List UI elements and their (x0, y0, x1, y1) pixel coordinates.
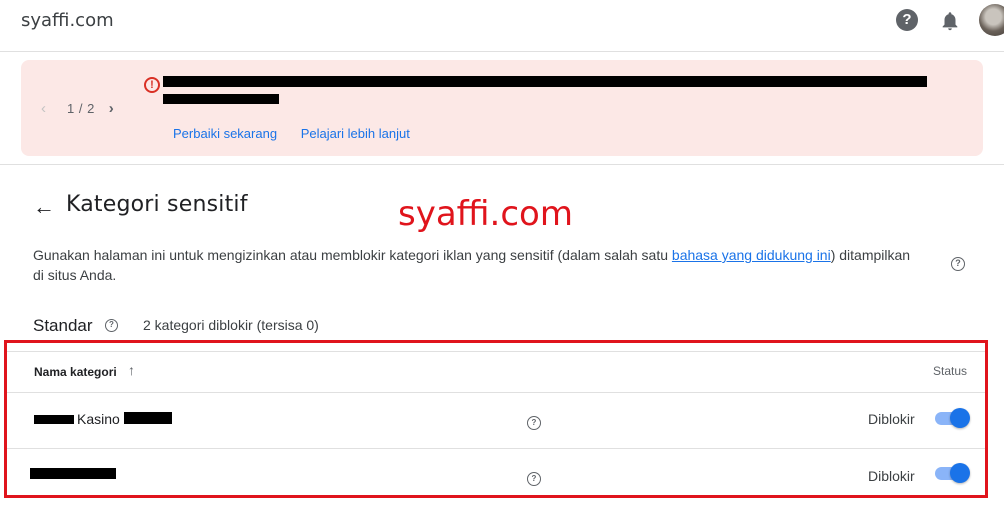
supported-languages-link[interactable]: bahasa yang didukung ini (672, 247, 831, 263)
divider (0, 164, 1004, 165)
pager-prev-button[interactable]: ‹ (41, 100, 55, 117)
top-bar: syaffi.com ? (0, 0, 1004, 52)
fix-now-link[interactable]: Perbaiki sekarang (173, 126, 277, 141)
table-row: ? Diblokir (7, 450, 985, 506)
description-text: Gunakan halaman ini untuk mengizinkan at… (33, 247, 672, 263)
categories-table: Nama kategori ↑ Status Kasino ? Diblokir… (4, 340, 988, 498)
redacted-label-part (34, 415, 74, 424)
redacted-label (30, 468, 116, 479)
column-status-header: Status (933, 364, 968, 378)
redacted-message-line-2 (163, 94, 279, 104)
toggle-knob (950, 463, 970, 483)
row-help-icon[interactable]: ? (527, 416, 541, 430)
block-toggle-switch[interactable] (933, 462, 971, 484)
learn-more-link[interactable]: Pelajari lebih lanjut (301, 126, 410, 141)
help-icon[interactable]: ? (896, 9, 918, 31)
row-help-icon[interactable]: ? (527, 472, 541, 486)
watermark-text: syaffi.com (398, 194, 573, 234)
back-arrow-icon[interactable]: ← (33, 194, 55, 220)
notifications-bell-icon[interactable] (939, 10, 961, 32)
row-status: Diblokir (868, 468, 915, 484)
alert-pager: ‹ 1 / 2 › (41, 100, 114, 117)
section-title: Standar (33, 316, 93, 335)
pager-count: 1 / 2 (67, 101, 95, 116)
help-icon[interactable]: ? (951, 257, 965, 271)
toggle-knob (950, 408, 970, 428)
category-label: Kasino (77, 411, 120, 427)
table-header: Nama kategori ↑ Status (7, 351, 985, 393)
redacted-message-line-1 (163, 76, 927, 87)
sort-arrow-icon[interactable]: ↑ (128, 362, 135, 378)
avatar[interactable] (979, 4, 1004, 36)
error-icon: ! (144, 77, 160, 93)
alert-banner: ‹ 1 / 2 › ! Perbaiki sekarang Pelajari l… (21, 60, 983, 156)
page-description: Gunakan halaman ini untuk mengizinkan at… (33, 245, 913, 285)
page-title: Kategori sensitif (66, 192, 248, 217)
section-summary: 2 kategori diblokir (tersisa 0) (143, 317, 319, 333)
block-toggle-switch[interactable] (933, 407, 971, 429)
section-help-icon[interactable]: ? (105, 319, 118, 332)
redacted-label-part (124, 412, 172, 424)
pager-next-button[interactable]: › (109, 100, 114, 117)
row-status: Diblokir (868, 411, 915, 427)
table-row: Kasino ? Diblokir (7, 393, 985, 449)
alert-actions: Perbaiki sekarang Pelajari lebih lanjut (173, 126, 430, 141)
column-name-header[interactable]: Nama kategori (34, 365, 117, 379)
site-title[interactable]: syaffi.com (21, 10, 114, 31)
